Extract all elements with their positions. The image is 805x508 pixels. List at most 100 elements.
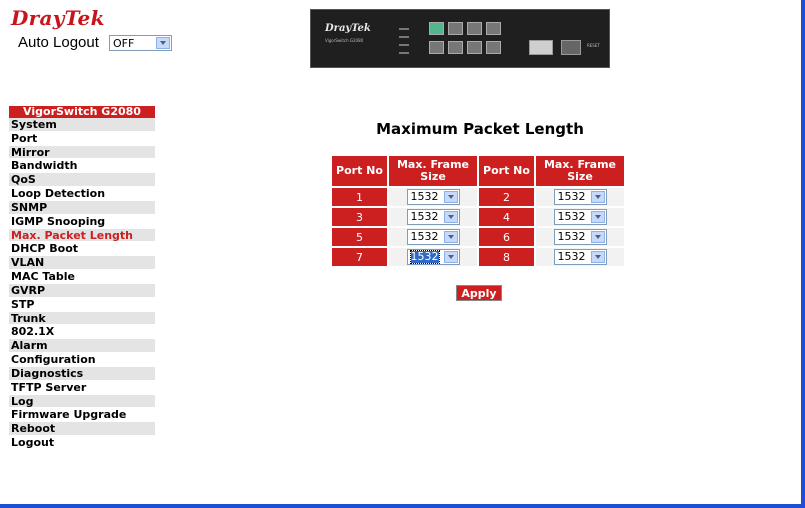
device-model-text: VigorSwitch G2080 — [325, 38, 364, 43]
sidebar-header: VigorSwitch G2080 — [9, 106, 155, 118]
port-8-icon — [486, 41, 501, 54]
port-number: 4 — [479, 208, 534, 226]
frame-size-value: 1532 — [409, 250, 440, 264]
status-leds — [399, 28, 413, 60]
port-number: 1 — [332, 188, 387, 206]
sidebar-item-mirror[interactable]: Mirror — [9, 145, 155, 160]
port-number: 7 — [332, 248, 387, 266]
frame-size-cell: 1532 — [536, 208, 624, 226]
frame-size-cell: 1532 — [536, 188, 624, 206]
port-3-icon — [448, 22, 463, 35]
port-number: 2 — [479, 188, 534, 206]
port-7-icon — [486, 22, 501, 35]
sidebar-item-bandwidth[interactable]: Bandwidth — [9, 159, 155, 174]
frame-size-value: 1532 — [557, 230, 586, 243]
sidebar-item-802-1x[interactable]: 802.1X — [9, 325, 155, 340]
page-title: Maximum Packet Length — [376, 120, 584, 138]
port-number: 5 — [332, 228, 387, 246]
reset-label: RESET — [587, 43, 600, 48]
port-2-icon — [429, 41, 444, 54]
frame-size-cell: 1532 — [536, 248, 624, 266]
sidebar-menu: VigorSwitch G2080 System Port Mirror Bandwi… — [9, 106, 155, 450]
port-5-icon — [467, 22, 482, 35]
chevron-down-icon[interactable] — [443, 191, 458, 203]
auto-logout-value: OFF — [113, 37, 135, 50]
sfp-slot-icon — [561, 40, 581, 55]
frame-size-select[interactable]: 1532 — [553, 189, 607, 205]
frame-size-value: 1532 — [410, 210, 439, 223]
port-no-header: Port No — [332, 156, 387, 186]
chevron-down-icon[interactable] — [443, 231, 458, 243]
table-row: 7 1532 8 1532 — [332, 248, 624, 266]
auto-logout-select[interactable]: OFF — [109, 35, 172, 51]
sidebar-item-diagnostics[interactable]: Diagnostics — [9, 366, 155, 381]
port-4-icon — [448, 41, 463, 54]
frame-size-select[interactable]: 1532 — [553, 249, 607, 265]
frame-size-select[interactable]: 1532 — [406, 189, 460, 205]
port-6-icon — [467, 41, 482, 54]
device-logo: DrayTek — [325, 23, 371, 34]
frame-size-value: 1532 — [410, 190, 439, 203]
sidebar-item-log[interactable]: Log — [9, 394, 155, 409]
sidebar-item-loop-detection[interactable]: Loop Detection — [9, 187, 155, 201]
table-row: 3 1532 4 1532 — [332, 208, 624, 226]
sidebar-item-firmware-upgrade[interactable]: Firmware Upgrade — [9, 408, 155, 423]
device-panel-image: DrayTek VigorSwitch G2080 RESET — [310, 9, 610, 68]
chevron-down-icon[interactable] — [156, 37, 170, 49]
sidebar-item-trunk[interactable]: Trunk — [9, 311, 155, 326]
window-border — [801, 0, 805, 508]
port-number: 8 — [479, 248, 534, 266]
sidebar-item-vlan[interactable]: VLAN — [9, 256, 155, 271]
sidebar-item-mac-table[interactable]: MAC Table — [9, 270, 155, 284]
frame-size-select[interactable]: 1532 — [553, 229, 607, 245]
sidebar-item-max-packet-length[interactable]: Max. Packet Length — [9, 228, 155, 243]
frame-size-value: 1532 — [410, 230, 439, 243]
frame-size-cell: 1532 — [389, 248, 477, 266]
packet-length-table: Port No Max. Frame Size Port No Max. Fra… — [330, 154, 626, 268]
frame-size-cell: 1532 — [389, 208, 477, 226]
device-ports — [429, 22, 501, 54]
sidebar-item-port[interactable]: Port — [9, 132, 155, 146]
sidebar-item-snmp[interactable]: SNMP — [9, 200, 155, 215]
chevron-down-icon[interactable] — [590, 191, 605, 203]
port-no-header: Port No — [479, 156, 534, 186]
sidebar-item-configuration[interactable]: Configuration — [9, 353, 155, 367]
frame-size-value: 1532 — [557, 210, 586, 223]
chevron-down-icon[interactable] — [443, 251, 458, 263]
draytek-logo: DrayTek — [11, 6, 105, 30]
sidebar-item-alarm[interactable]: Alarm — [9, 339, 155, 354]
frame-size-select[interactable]: 1532 — [406, 209, 460, 225]
frame-size-value: 1532 — [557, 190, 586, 203]
port-number: 3 — [332, 208, 387, 226]
sidebar-item-gvrp[interactable]: GVRP — [9, 283, 155, 298]
frame-size-cell: 1532 — [536, 228, 624, 246]
frame-size-value: 1532 — [557, 250, 586, 263]
frame-size-header: Max. Frame Size — [536, 156, 624, 186]
chevron-down-icon[interactable] — [590, 231, 605, 243]
port-1-icon — [429, 22, 444, 35]
apply-button[interactable]: Apply — [456, 285, 502, 301]
sidebar-item-stp[interactable]: STP — [9, 298, 155, 312]
table-row: 5 1532 6 1532 — [332, 228, 624, 246]
window-border — [0, 504, 805, 508]
sidebar-item-dhcp-boot[interactable]: DHCP Boot — [9, 242, 155, 257]
table-row: 1 1532 2 1532 — [332, 188, 624, 206]
sidebar-item-tftp-server[interactable]: TFTP Server — [9, 381, 155, 395]
frame-size-header: Max. Frame Size — [389, 156, 477, 186]
sfp-port-icon — [529, 40, 553, 55]
port-number: 6 — [479, 228, 534, 246]
sidebar-item-igmp-snooping[interactable]: IGMP Snooping — [9, 215, 155, 229]
sidebar-item-qos[interactable]: QoS — [9, 173, 155, 188]
chevron-down-icon[interactable] — [590, 251, 605, 263]
sidebar-item-reboot[interactable]: Reboot — [9, 422, 155, 437]
sidebar-item-logout[interactable]: Logout — [9, 436, 155, 450]
chevron-down-icon[interactable] — [590, 211, 605, 223]
auto-logout-label: Auto Logout — [18, 34, 99, 51]
chevron-down-icon[interactable] — [443, 211, 458, 223]
frame-size-select[interactable]: 1532 — [553, 209, 607, 225]
frame-size-select[interactable]: 1532 — [406, 249, 460, 265]
frame-size-cell: 1532 — [389, 228, 477, 246]
frame-size-select[interactable]: 1532 — [406, 229, 460, 245]
frame-size-cell: 1532 — [389, 188, 477, 206]
sidebar-item-system[interactable]: System — [9, 118, 155, 132]
